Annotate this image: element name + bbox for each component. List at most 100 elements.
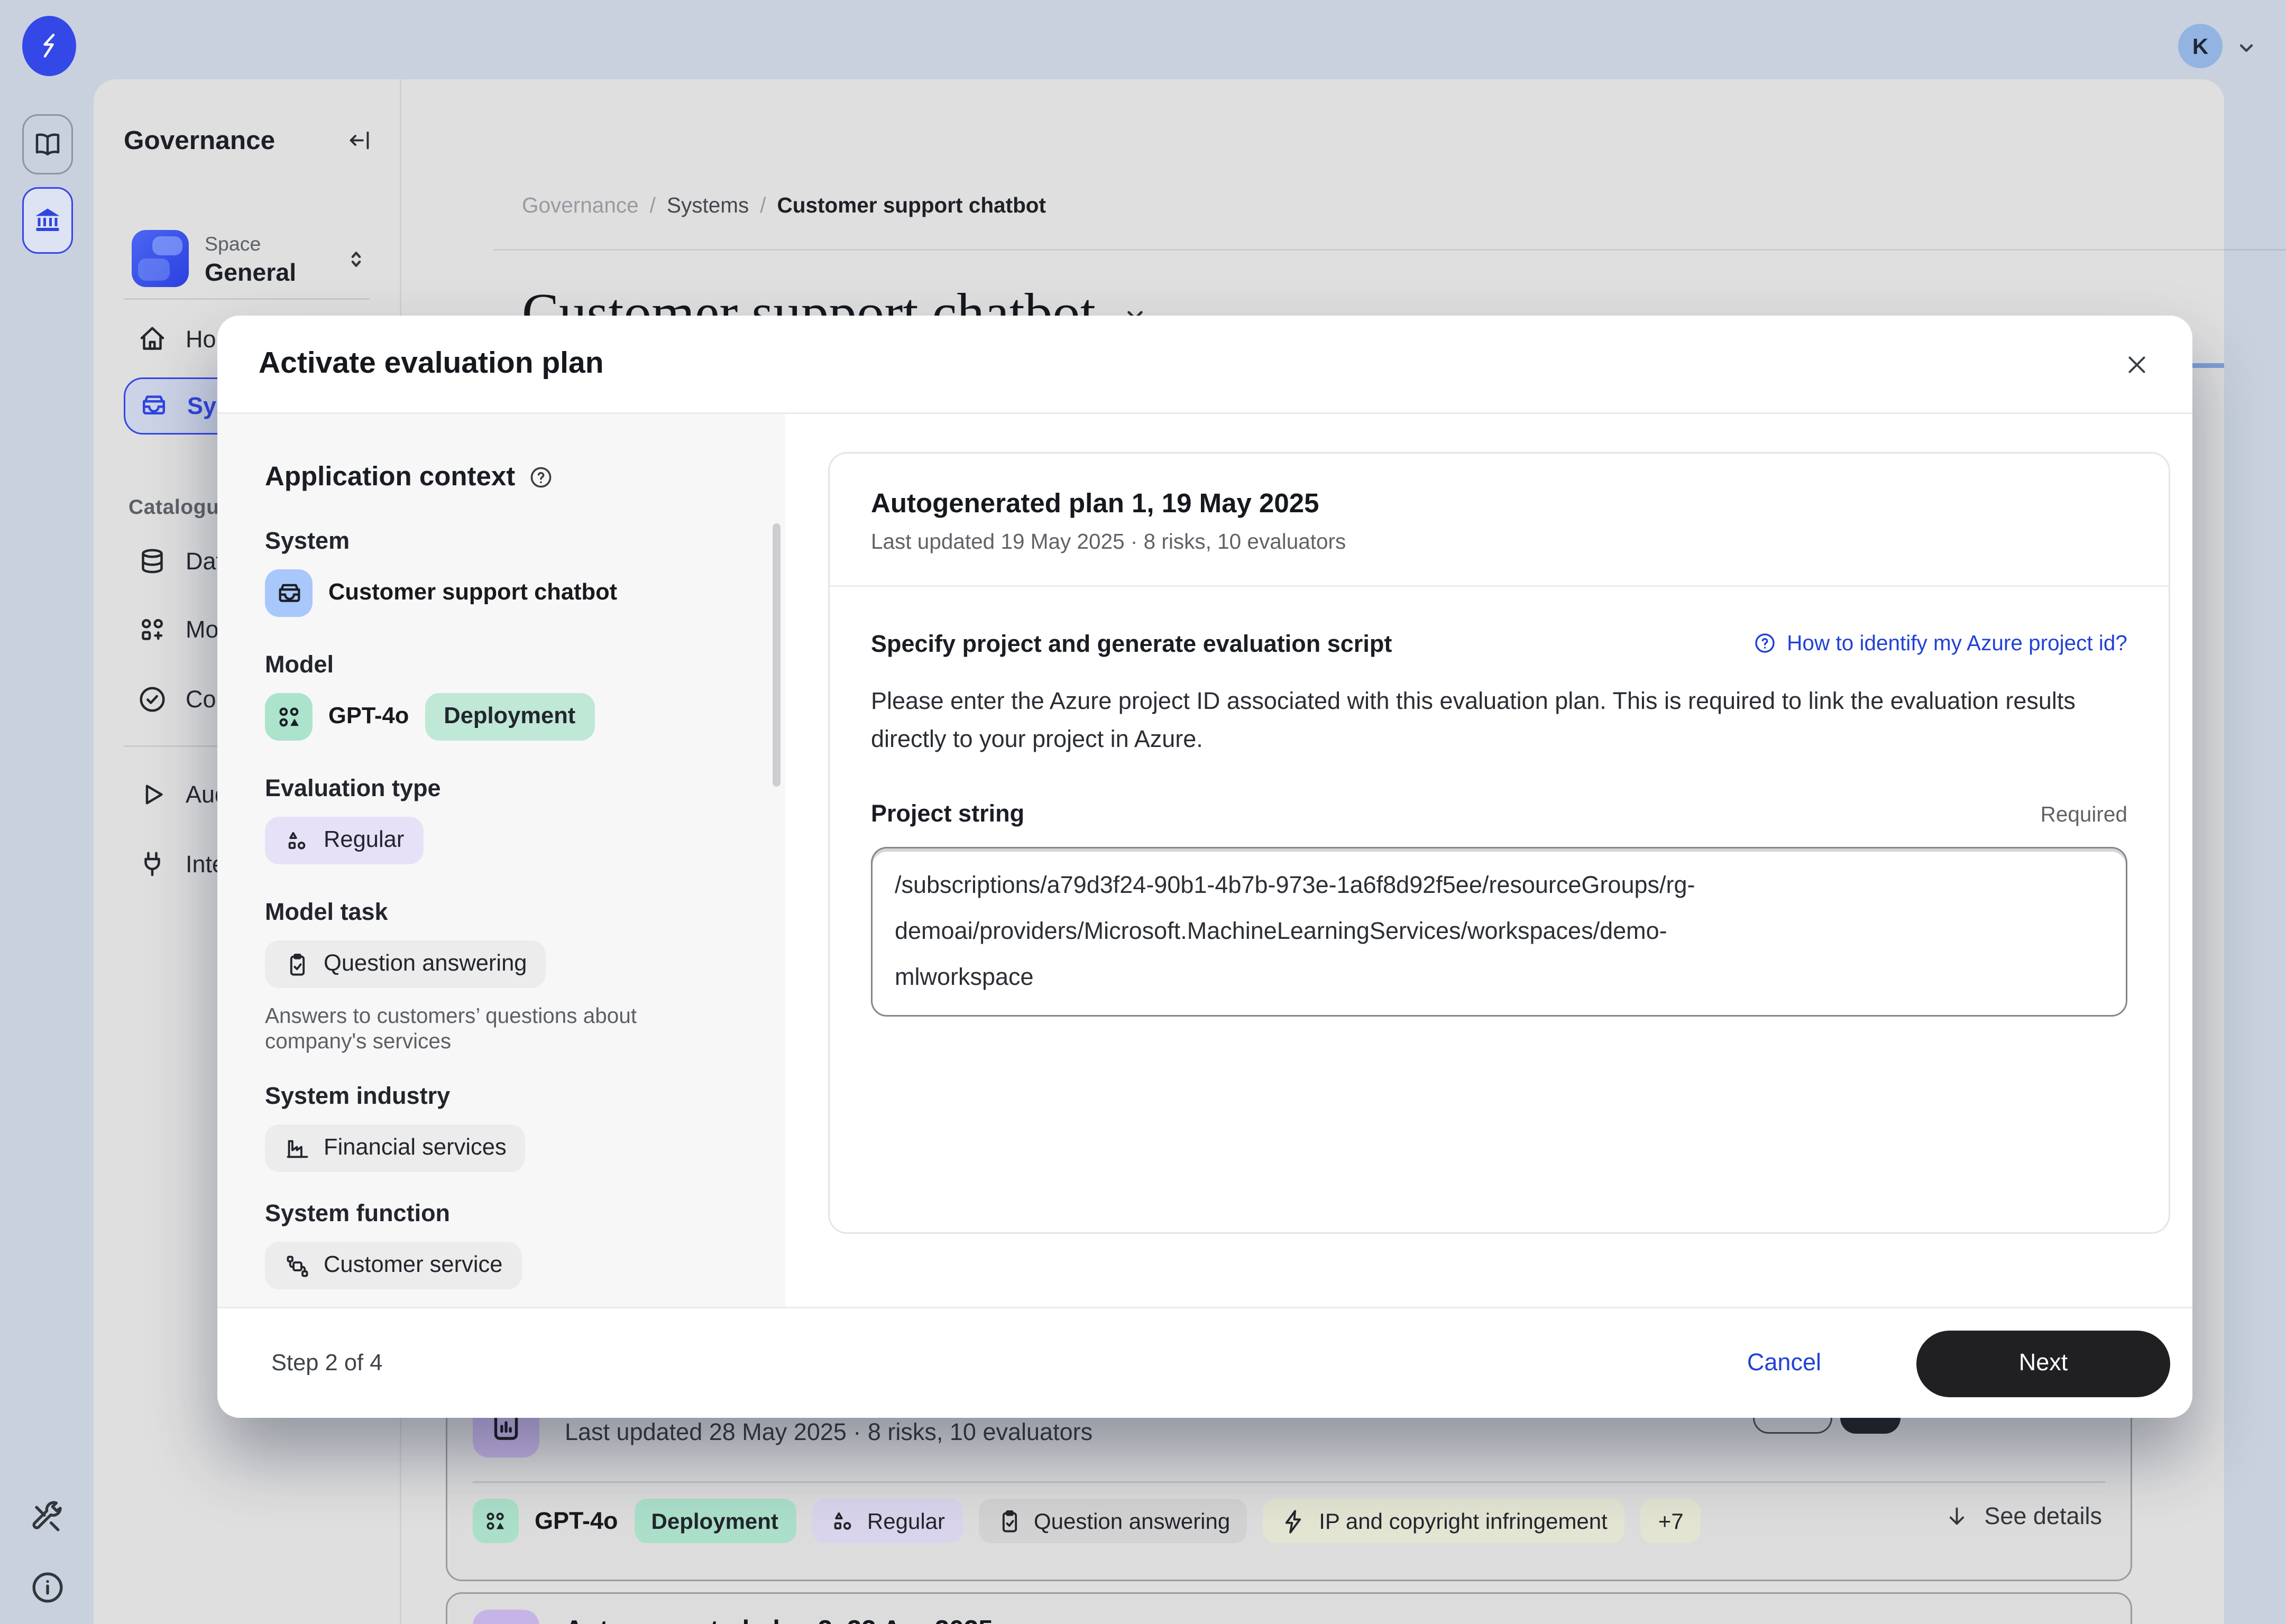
chevron-down-icon[interactable]: [1009, 1619, 1033, 1624]
model-chip-icon: [473, 1499, 519, 1543]
see-details-link[interactable]: See details: [1943, 1503, 2102, 1530]
space-switcher-icon[interactable]: [344, 247, 368, 271]
system-label: System: [265, 528, 744, 555]
tools-icon[interactable]: [29, 1499, 67, 1537]
step-indicator: Step 2 of 4: [271, 1351, 382, 1376]
eval-type-row: Regular: [265, 817, 744, 864]
application-context-panel: Application context System Customer supp…: [217, 414, 785, 1307]
active-tab-underline: [2191, 363, 2224, 367]
plan-card-2: Autogenerated plan 2, 22 Apr 2025: [446, 1592, 2132, 1624]
systems-icon: [274, 578, 304, 608]
sidebar-collapse-icon[interactable]: [346, 127, 373, 154]
system-row: Customer support chatbot: [265, 569, 744, 617]
project-string-label: Project string: [871, 801, 1024, 828]
context-heading-row: Application context: [265, 462, 744, 493]
project-string-row: Project string Required: [871, 801, 2127, 828]
plan1-updated: Last updated 28 May 2025 · 8 risks, 10 e…: [565, 1419, 1092, 1446]
breadcrumb-systems[interactable]: Systems: [667, 193, 749, 217]
plan-card-body: Specify project and generate evaluation …: [830, 587, 2169, 1017]
avatar[interactable]: K: [2178, 24, 2223, 68]
plan-description: Please enter the Azure project ID associ…: [871, 684, 2127, 760]
plan2-title-row: Autogenerated plan 2, 22 Apr 2025: [565, 1616, 1033, 1624]
next-button[interactable]: Next: [1916, 1330, 2170, 1397]
sidebar-divider: [124, 298, 370, 300]
rail-docs-button[interactable]: [22, 114, 73, 174]
model-task-pill: Question answering: [265, 940, 546, 988]
clipboard-check-icon: [996, 1508, 1023, 1535]
bank-icon: [32, 205, 63, 236]
system-function-label: System function: [265, 1201, 744, 1228]
avatar-initial: K: [2192, 33, 2208, 59]
home-icon: [136, 324, 168, 355]
system-industry-pill: Financial services: [265, 1124, 526, 1172]
system-industry-label: System industry: [265, 1083, 744, 1110]
close-icon[interactable]: [2123, 350, 2151, 379]
play-icon: [136, 779, 168, 810]
footer-actions: Cancel Next: [1747, 1330, 2170, 1397]
context-heading: Application context: [265, 462, 515, 493]
app-logo[interactable]: [22, 16, 76, 76]
logo-lightning-icon: [33, 30, 65, 62]
model-icon: [482, 1508, 509, 1535]
card-divider: [473, 1481, 2105, 1483]
shapes-icon: [829, 1508, 856, 1535]
plan2-title: Autogenerated plan 2, 22 Apr 2025: [565, 1616, 993, 1624]
eval-type-pill: Regular: [265, 817, 423, 864]
model-label: Model: [265, 652, 744, 679]
lightning-icon: [1281, 1508, 1308, 1535]
model-icon: [274, 702, 304, 732]
azure-help-link[interactable]: How to identify my Azure project id?: [1753, 631, 2127, 655]
database-icon: [136, 546, 168, 577]
sidebar-section-catalogue: Catalogue: [128, 495, 231, 519]
info-icon[interactable]: [29, 1568, 67, 1607]
arrow-down-icon: [1943, 1503, 1970, 1530]
help-circle-icon[interactable]: [528, 465, 553, 490]
header-divider: [493, 249, 2286, 251]
space-label: Space: [205, 233, 261, 255]
plan-card: Autogenerated plan 1, 19 May 2025 Last u…: [828, 452, 2170, 1234]
system-value: Customer support chatbot: [328, 580, 617, 606]
plan1-chips: GPT-4o Deployment Regular Question answe…: [473, 1499, 1701, 1543]
plan-updated: Last updated 19 May 2025 · 8 risks, 10 e…: [871, 530, 2127, 553]
model-name: GPT-4o: [535, 1508, 618, 1535]
help-circle-icon: [1753, 631, 1777, 655]
rail-governance-button[interactable]: [22, 187, 73, 254]
space-name: General: [205, 260, 296, 289]
specify-row: Specify project and generate evaluation …: [871, 631, 2127, 658]
deployment-chip: Deployment: [634, 1499, 796, 1543]
eval-type-label: Evaluation type: [265, 776, 744, 802]
cancel-button[interactable]: Cancel: [1747, 1350, 1821, 1377]
app-window: K Governance Space General Home Systems …: [0, 0, 2286, 1624]
models-icon: [136, 614, 168, 645]
modal-body: Application context System Customer supp…: [217, 414, 2192, 1307]
avatar-chevron-down-icon[interactable]: [2234, 35, 2259, 60]
clipboard-check-icon: [284, 951, 311, 978]
sidebar-title: Governance: [124, 127, 275, 157]
check-circle-icon: [136, 684, 168, 715]
system-industry-row: Financial services: [265, 1124, 744, 1172]
more-risks-chip: +7: [1641, 1499, 1701, 1543]
eval-type-chip: Regular: [812, 1499, 962, 1543]
plan-panel: Autogenerated plan 1, 19 May 2025 Last u…: [785, 414, 2192, 1307]
task-chip: Question answering: [978, 1499, 1247, 1543]
left-panel-scrollbar[interactable]: [773, 523, 781, 787]
model-task-row: Question answering: [265, 940, 744, 988]
plan-card-header: Autogenerated plan 1, 19 May 2025 Last u…: [830, 454, 2169, 569]
system-icon-badge: [265, 569, 313, 617]
model-value: GPT-4o: [328, 704, 409, 730]
systems-icon: [138, 390, 170, 422]
modal-header: Activate evaluation plan: [217, 316, 2192, 414]
breadcrumb-separator: /: [650, 193, 656, 217]
breadcrumb-governance[interactable]: Governance: [522, 193, 639, 217]
factory-icon: [284, 1135, 311, 1162]
plug-icon: [136, 848, 168, 880]
project-string-input[interactable]: /subscriptions/a79d3f24-90b1-4b7b-973e-1…: [871, 847, 2127, 1017]
model-icon-badge: [265, 693, 313, 741]
specify-title: Specify project and generate evaluation …: [871, 631, 1392, 658]
required-badge: Required: [2041, 802, 2127, 826]
modal-footer: Step 2 of 4 Cancel Next: [217, 1307, 2192, 1418]
plan-title: Autogenerated plan 1, 19 May 2025: [871, 488, 2127, 520]
model-row: GPT-4o Deployment: [265, 693, 744, 741]
deployment-badge: Deployment: [425, 693, 594, 741]
report-icon: [473, 1610, 539, 1624]
